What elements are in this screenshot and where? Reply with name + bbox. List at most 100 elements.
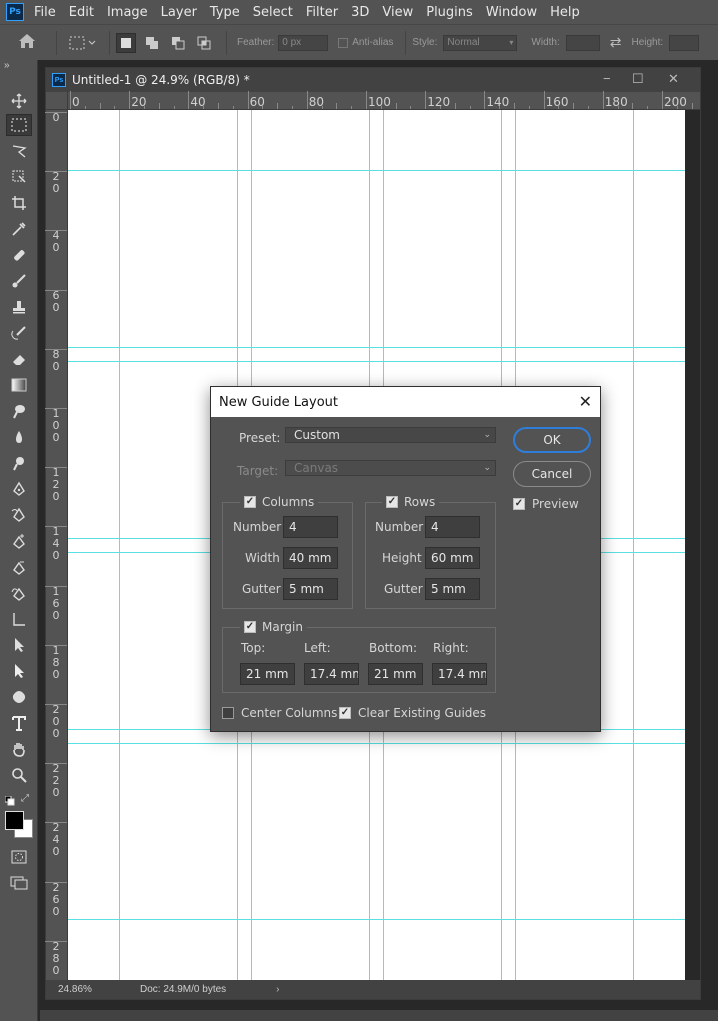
rect-marquee-preset-icon[interactable]: [69, 36, 97, 50]
dialog-titlebar: New Guide Layout ✕: [211, 387, 600, 417]
swap-colors-icon[interactable]: ⤢: [21, 793, 29, 804]
target-select[interactable]: Canvas ⌄: [285, 460, 496, 476]
ruler-minor-tick: [380, 106, 382, 109]
columns-number-field[interactable]: 4: [283, 516, 338, 538]
pen-tool-icon[interactable]: [8, 478, 30, 500]
menu-layer[interactable]: Layer: [161, 5, 197, 20]
lasso-tool-icon[interactable]: [8, 140, 30, 162]
cancel-button[interactable]: Cancel: [513, 461, 591, 487]
guide-horizontal[interactable]: [68, 743, 685, 744]
sponge-tool-icon[interactable]: [8, 452, 30, 474]
new-selection-icon[interactable]: [116, 32, 136, 53]
collapse-toolbar-icon[interactable]: »: [4, 60, 10, 71]
horizontal-ruler[interactable]: 0 20 40 60 80 100 120 140 160 180 200: [68, 91, 700, 110]
rows-height-field[interactable]: 60 mm: [425, 547, 480, 569]
ruler-corner[interactable]: [46, 92, 68, 110]
freeform-pen-tool-icon[interactable]: [8, 504, 30, 526]
rows-checkbox[interactable]: ✓: [386, 496, 398, 508]
style-select[interactable]: Normal ▾: [443, 34, 518, 51]
document-tab[interactable]: Ps Untitled-1 @ 24.9% (RGB/8) * − ☐ ✕: [46, 68, 700, 92]
hand-tool-icon[interactable]: [8, 738, 30, 760]
ruler-minor-tick: [440, 106, 441, 109]
margin-top-field[interactable]: 21 mm: [240, 663, 295, 685]
menu-select[interactable]: Select: [253, 5, 293, 20]
curvature-pen-tool-icon[interactable]: [8, 582, 30, 604]
margin-right-field[interactable]: 17.4 mm: [432, 663, 487, 685]
menu-3d[interactable]: 3D: [351, 5, 369, 20]
columns-checkbox[interactable]: ✓: [244, 496, 256, 508]
screen-mode-icon[interactable]: [8, 872, 30, 894]
swap-icon[interactable]: ⇄: [610, 34, 622, 51]
convert-point-tool-icon[interactable]: [8, 608, 30, 630]
guide-horizontal[interactable]: [68, 361, 685, 362]
chevron-right-icon[interactable]: ›: [276, 984, 279, 995]
menu-file[interactable]: File: [34, 5, 56, 20]
foreground-color-swatch[interactable]: [5, 811, 24, 830]
menu-window[interactable]: Window: [486, 5, 537, 20]
dodge-tool-icon[interactable]: [8, 426, 30, 448]
custom-shape-tool-icon[interactable]: [8, 686, 30, 708]
width-input[interactable]: [565, 34, 600, 51]
ruler-tick: [366, 91, 367, 109]
move-tool-icon[interactable]: [8, 90, 30, 112]
subtract-selection-icon[interactable]: [168, 33, 188, 53]
preview-checkbox[interactable]: ✓: [513, 498, 525, 510]
margin-bottom-field[interactable]: 21 mm: [368, 663, 423, 685]
blur-tool-icon[interactable]: [8, 400, 30, 422]
antialias-checkbox[interactable]: [338, 37, 349, 48]
crop-tool-icon[interactable]: [8, 192, 30, 214]
maximize-icon[interactable]: ☐: [632, 71, 644, 87]
menu-type[interactable]: Type: [210, 5, 240, 20]
rows-number-field[interactable]: 4: [425, 516, 480, 538]
close-icon[interactable]: ✕: [579, 392, 592, 412]
center-columns-checkbox[interactable]: [222, 707, 234, 719]
gradient-tool-icon[interactable]: [8, 374, 30, 396]
delete-anchor-tool-icon[interactable]: [8, 556, 30, 578]
rows-gutter-field[interactable]: 5 mm: [425, 578, 480, 600]
clear-guides-checkbox[interactable]: ✓: [339, 707, 351, 719]
object-select-tool-icon[interactable]: [8, 166, 30, 188]
healing-brush-tool-icon[interactable]: [8, 244, 30, 266]
vertical-ruler[interactable]: 0 20 40 60 80 100 120 140 160 180 200 220 240 260 280: [45, 110, 68, 980]
menu-edit[interactable]: Edit: [69, 5, 94, 20]
preset-select[interactable]: Custom ⌄: [285, 427, 496, 443]
width-label: Width:: [531, 37, 560, 48]
minimize-icon[interactable]: −: [603, 71, 611, 86]
menu-help[interactable]: Help: [550, 5, 580, 20]
margin-left-field[interactable]: 17.4 mm: [304, 663, 359, 685]
ok-button[interactable]: OK: [513, 427, 591, 453]
guide-horizontal[interactable]: [68, 347, 685, 348]
type-tool-icon[interactable]: [8, 712, 30, 734]
columns-gutter-field[interactable]: 5 mm: [283, 578, 338, 600]
close-icon[interactable]: ✕: [668, 71, 679, 87]
add-anchor-tool-icon[interactable]: [8, 530, 30, 552]
guide-vertical[interactable]: [119, 110, 120, 980]
guide-vertical[interactable]: [633, 110, 634, 980]
menu-plugins[interactable]: Plugins: [426, 5, 473, 20]
feather-input[interactable]: 0 px: [278, 34, 329, 51]
menu-image[interactable]: Image: [107, 5, 148, 20]
home-icon[interactable]: [18, 33, 36, 52]
guide-horizontal[interactable]: [68, 919, 685, 920]
history-brush-tool-icon[interactable]: [8, 322, 30, 344]
eyedropper-tool-icon[interactable]: [8, 218, 30, 240]
eraser-tool-icon[interactable]: [8, 348, 30, 370]
clone-stamp-tool-icon[interactable]: [8, 296, 30, 318]
zoom-tool-icon[interactable]: [8, 764, 30, 786]
intersect-selection-icon[interactable]: [194, 33, 214, 53]
rect-marquee-tool-icon[interactable]: [6, 114, 32, 136]
quick-mask-icon[interactable]: [8, 846, 30, 868]
ruler-label: 160: [545, 95, 569, 109]
menu-filter[interactable]: Filter: [306, 5, 338, 20]
menu-view[interactable]: View: [382, 5, 413, 20]
path-selection-tool-icon[interactable]: [8, 634, 30, 656]
height-input[interactable]: [669, 34, 700, 51]
direct-selection-tool-icon[interactable]: [8, 660, 30, 682]
zoom-level[interactable]: 24.86%: [58, 984, 136, 995]
brush-tool-icon[interactable]: [8, 270, 30, 292]
guide-horizontal[interactable]: [68, 170, 685, 171]
add-selection-icon[interactable]: [142, 33, 162, 53]
columns-width-field[interactable]: 40 mm: [283, 547, 338, 569]
default-colors-icon[interactable]: [4, 795, 15, 809]
margin-checkbox[interactable]: ✓: [244, 621, 256, 633]
